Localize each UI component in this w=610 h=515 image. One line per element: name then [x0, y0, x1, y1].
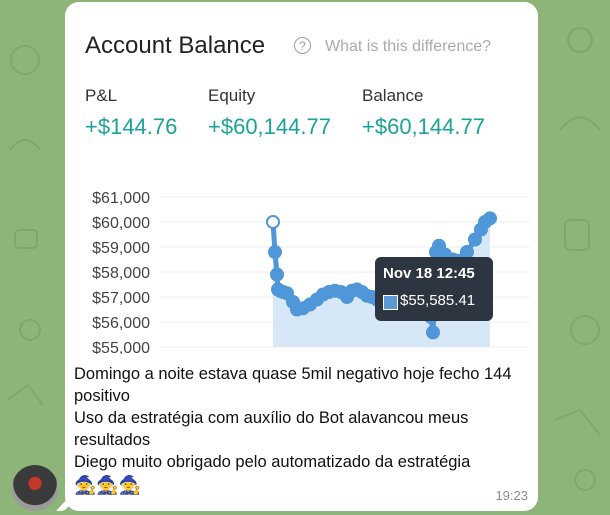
message-line: Domingo a noite estava quase 5mil negati…	[74, 365, 512, 405]
help-icon[interactable]: ?	[294, 37, 311, 54]
message-time: 19:23	[495, 488, 528, 503]
data-point[interactable]	[483, 211, 497, 226]
y-tick-label: $57,000	[92, 290, 150, 307]
help-link[interactable]: What is this difference?	[325, 38, 491, 56]
data-point[interactable]	[268, 245, 282, 259]
data-point[interactable]	[266, 215, 280, 229]
metric-balance: Balance +$60,144.77	[362, 86, 485, 140]
metric-value: +$60,144.77	[208, 114, 331, 139]
y-tick-label: $55,000	[92, 340, 150, 354]
tooltip-title: Nov 18 12:45	[383, 265, 475, 282]
y-tick-label: $60,000	[92, 215, 150, 232]
metric-value: +$60,144.77	[362, 114, 485, 139]
account-balance-card: Account Balance ? What is this differenc…	[65, 2, 538, 354]
message-bubble: Account Balance ? What is this differenc…	[65, 2, 538, 511]
message-text: Domingo a noite estava quase 5mil negati…	[74, 363, 529, 496]
data-point[interactable]	[426, 325, 440, 340]
data-point[interactable]	[270, 267, 284, 282]
message-line: Diego muito obrigado pelo automatizado d…	[74, 453, 471, 471]
y-tick-label: $59,000	[92, 240, 150, 257]
sender-avatar[interactable]	[12, 465, 58, 511]
metric-label: Equity	[208, 86, 256, 105]
tooltip-swatch	[383, 295, 398, 310]
y-tick-label: $61,000	[92, 190, 150, 207]
metric-equity: Equity +$60,144.77	[208, 86, 331, 140]
y-tick-label: $58,000	[92, 265, 150, 282]
metric-label: Balance	[362, 86, 424, 105]
balance-chart[interactable]: $61,000 $60,000 $59,000 $58,000 $57,000 $56,0…	[65, 152, 538, 354]
metric-value: +$144.76	[85, 114, 178, 139]
tooltip-value: $55,585.41	[400, 292, 476, 309]
metric-label: P&L	[85, 86, 118, 105]
card-title: Account Balance	[85, 32, 266, 59]
chart-tooltip: Nov 18 12:45 $55,585.41	[375, 257, 493, 321]
message-line: Uso da estratégia com auxílio do Bot ala…	[74, 409, 469, 449]
y-tick-label: $56,000	[92, 315, 150, 332]
message-emojis: 🧙🧙🧙	[74, 475, 142, 495]
metric-pnl: P&L +$144.76	[85, 86, 177, 140]
